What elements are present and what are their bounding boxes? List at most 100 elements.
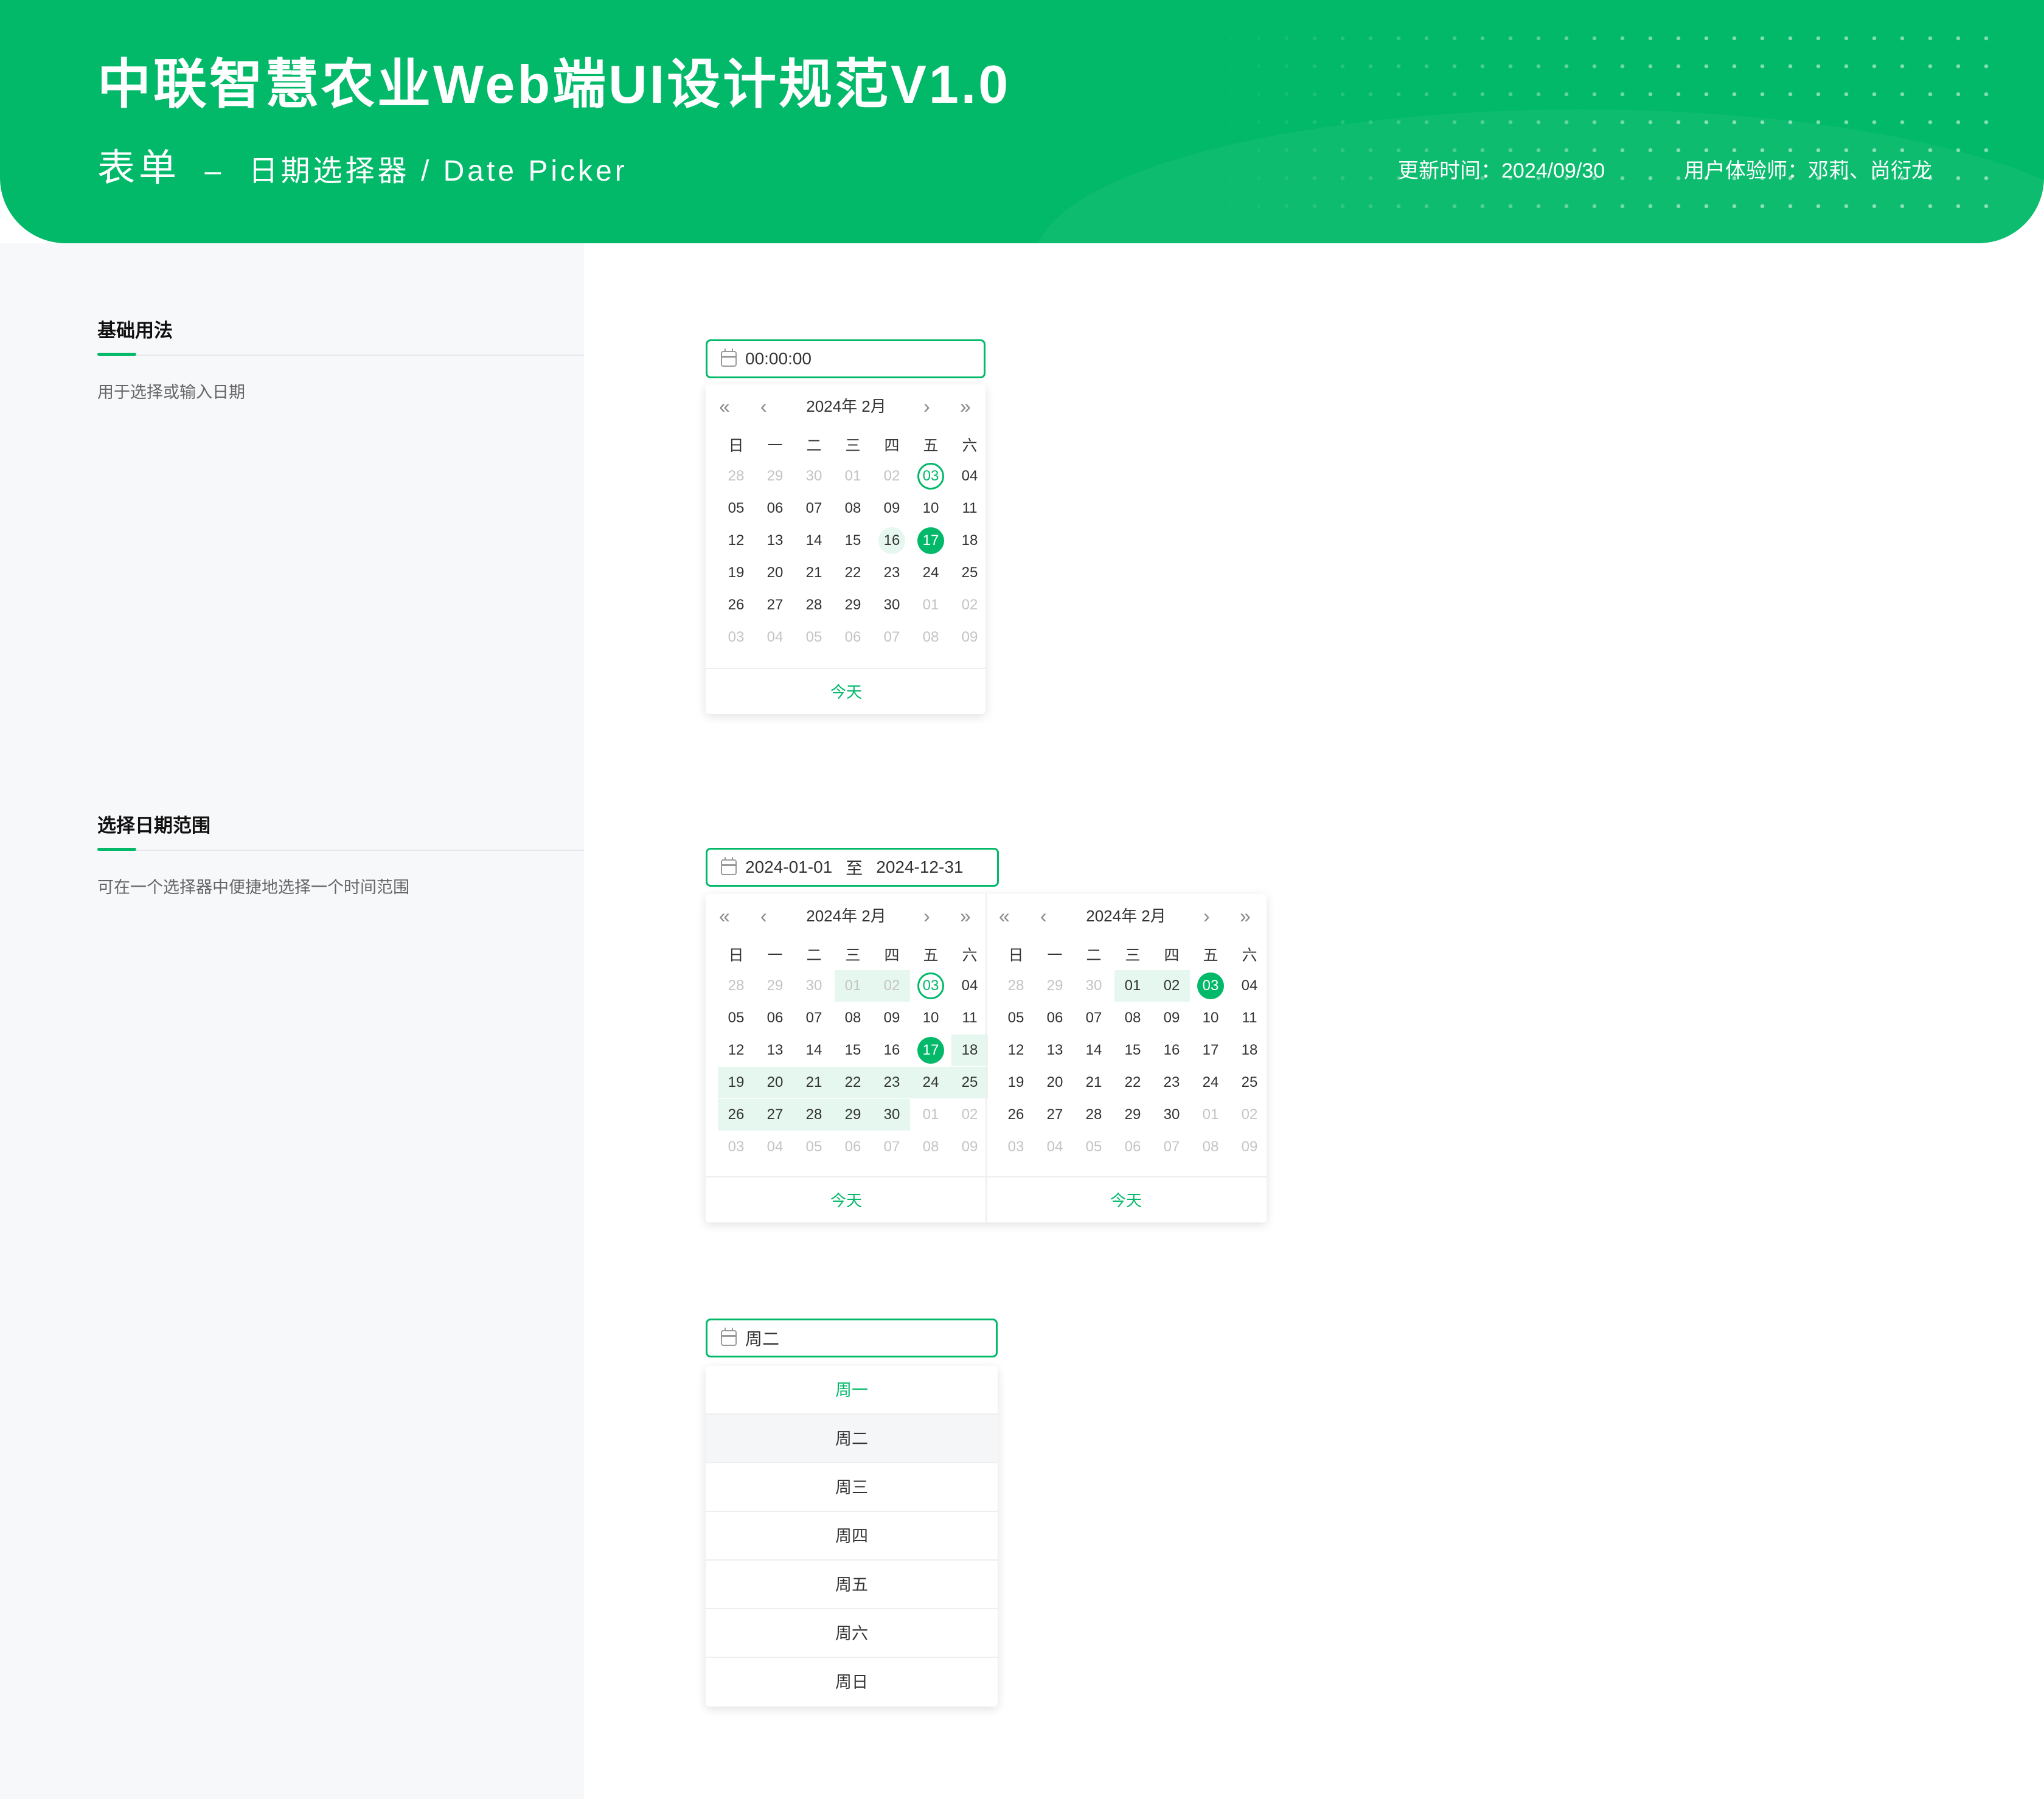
calendar-day[interactable]: 21	[794, 1070, 833, 1095]
calendar-day[interactable]: 13	[756, 528, 794, 553]
calendar-day[interactable]: 08	[911, 625, 950, 650]
calendar-day[interactable]: 05	[717, 1005, 756, 1031]
calendar-day[interactable]: 26	[717, 1102, 756, 1128]
chevron-right-icon[interactable]: ›	[923, 904, 930, 928]
today-button[interactable]: 今天	[985, 1176, 1267, 1222]
calendar-day[interactable]: 25	[950, 560, 989, 586]
calendar-day[interactable]: 13	[1035, 1038, 1074, 1063]
calendar-day[interactable]: 18	[950, 1038, 989, 1063]
calendar-day[interactable]: 28	[794, 592, 833, 618]
weekday-option[interactable]: 周日	[706, 1658, 998, 1707]
calendar-day[interactable]: 19	[717, 560, 756, 586]
calendar-day[interactable]: 12	[717, 528, 756, 553]
calendar-day[interactable]: 19	[996, 1070, 1035, 1095]
calendar-day[interactable]: 03	[1191, 973, 1230, 999]
double-chevron-right-icon[interactable]: »	[960, 394, 971, 418]
weekday-input[interactable]: 周二	[706, 1319, 998, 1357]
calendar-day[interactable]: 10	[1191, 1005, 1230, 1031]
calendar-day[interactable]: 28	[717, 463, 756, 489]
calendar-day[interactable]: 05	[794, 625, 833, 650]
calendar-day[interactable]: 02	[1152, 973, 1191, 999]
calendar-day[interactable]: 27	[756, 1102, 794, 1128]
calendar-day[interactable]: 06	[1035, 1005, 1074, 1031]
calendar-day[interactable]: 22	[833, 1070, 872, 1095]
calendar-day[interactable]: 12	[717, 1038, 756, 1063]
calendar-day[interactable]: 05	[794, 1134, 833, 1160]
calendar-day[interactable]: 28	[1074, 1102, 1113, 1128]
calendar-day[interactable]: 18	[1230, 1038, 1269, 1063]
calendar-day[interactable]: 29	[833, 1102, 872, 1128]
calendar-day[interactable]: 11	[950, 496, 989, 521]
calendar-day[interactable]: 29	[756, 973, 794, 999]
calendar-day[interactable]: 19	[717, 1070, 756, 1095]
date-input[interactable]: 00:00:00	[706, 339, 985, 378]
calendar-day[interactable]: 01	[911, 1102, 950, 1128]
chevron-right-icon[interactable]: ›	[1203, 904, 1210, 928]
calendar-day[interactable]: 24	[1191, 1070, 1230, 1095]
calendar-day[interactable]: 17	[911, 1038, 950, 1063]
calendar-day[interactable]: 05	[1074, 1134, 1113, 1160]
calendar-day[interactable]: 08	[833, 1005, 872, 1031]
calendar-day[interactable]: 03	[717, 1134, 756, 1160]
calendar-day[interactable]: 07	[1074, 1005, 1113, 1031]
calendar-day[interactable]: 21	[794, 560, 833, 586]
calendar-day[interactable]: 08	[833, 496, 872, 521]
calendar-day[interactable]: 17	[911, 528, 950, 553]
double-chevron-right-icon[interactable]: »	[960, 904, 971, 928]
calendar-day[interactable]: 15	[1113, 1038, 1152, 1063]
calendar-day[interactable]: 07	[872, 625, 911, 650]
calendar-day[interactable]: 01	[911, 592, 950, 618]
calendar-day[interactable]: 25	[1230, 1070, 1269, 1095]
calendar-day[interactable]: 04	[1035, 1134, 1074, 1160]
calendar-day[interactable]: 30	[1152, 1102, 1191, 1128]
calendar-day[interactable]: 04	[756, 625, 794, 650]
calendar-day[interactable]: 30	[1074, 973, 1113, 999]
calendar-day[interactable]: 28	[717, 973, 756, 999]
calendar-day[interactable]: 06	[756, 496, 794, 521]
today-button[interactable]: 今天	[706, 1176, 987, 1222]
calendar-day[interactable]: 10	[911, 1005, 950, 1031]
calendar-day[interactable]: 24	[911, 1070, 950, 1095]
calendar-day[interactable]: 12	[996, 1038, 1035, 1063]
calendar-day[interactable]: 11	[1230, 1005, 1269, 1031]
calendar-day[interactable]: 30	[872, 592, 911, 618]
calendar-day[interactable]: 28	[794, 1102, 833, 1128]
weekday-option[interactable]: 周六	[706, 1609, 998, 1658]
calendar-day[interactable]: 09	[950, 1134, 989, 1160]
weekday-option[interactable]: 周二	[706, 1415, 998, 1463]
chevron-right-icon[interactable]: ›	[923, 394, 930, 418]
calendar-day[interactable]: 25	[950, 1070, 989, 1095]
calendar-day[interactable]: 04	[950, 463, 989, 489]
calendar-day[interactable]: 29	[1113, 1102, 1152, 1128]
calendar-day[interactable]: 09	[1230, 1134, 1269, 1160]
weekday-option[interactable]: 周五	[706, 1561, 998, 1609]
calendar-day[interactable]: 03	[911, 463, 950, 489]
calendar-day[interactable]: 16	[1152, 1038, 1191, 1063]
calendar-day[interactable]: 22	[1113, 1070, 1152, 1095]
calendar-day[interactable]: 07	[872, 1134, 911, 1160]
calendar-day[interactable]: 06	[833, 625, 872, 650]
calendar-day[interactable]: 03	[996, 1134, 1035, 1160]
calendar-day[interactable]: 01	[1191, 1102, 1230, 1128]
calendar-day[interactable]: 15	[833, 528, 872, 553]
calendar-day[interactable]: 20	[756, 560, 794, 586]
calendar-day[interactable]: 20	[756, 1070, 794, 1095]
calendar-day[interactable]: 06	[1113, 1134, 1152, 1160]
calendar-day[interactable]: 05	[996, 1005, 1035, 1031]
calendar-day[interactable]: 01	[1113, 973, 1152, 999]
weekday-option[interactable]: 周四	[706, 1512, 998, 1561]
calendar-day[interactable]: 30	[794, 463, 833, 489]
double-chevron-right-icon[interactable]: »	[1240, 904, 1251, 928]
calendar-day[interactable]: 04	[950, 973, 989, 999]
calendar-day[interactable]: 26	[717, 592, 756, 618]
calendar-day[interactable]: 08	[911, 1134, 950, 1160]
today-button[interactable]: 今天	[706, 668, 987, 714]
calendar-day[interactable]: 23	[872, 1070, 911, 1095]
weekday-option[interactable]: 周一	[706, 1366, 998, 1415]
calendar-day[interactable]: 09	[1152, 1005, 1191, 1031]
calendar-day[interactable]: 02	[872, 463, 911, 489]
calendar-day[interactable]: 07	[794, 496, 833, 521]
calendar-day[interactable]: 06	[756, 1005, 794, 1031]
calendar-day[interactable]: 02	[1230, 1102, 1269, 1128]
calendar-day[interactable]: 22	[833, 560, 872, 586]
